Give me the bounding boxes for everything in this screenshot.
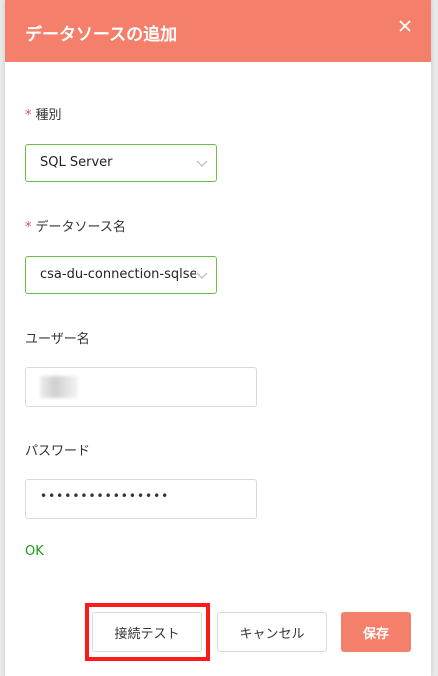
save-button[interactable]: 保存 (341, 612, 411, 652)
type-label-text: 種別 (35, 108, 62, 123)
type-select-value: SQL Server (40, 155, 113, 170)
username-input[interactable] (25, 367, 257, 407)
password-input[interactable]: •••••••••••••••• (25, 479, 257, 519)
chevron-down-icon (196, 272, 208, 279)
required-mark: * (25, 108, 32, 123)
dialog-title: データソースの追加 (25, 25, 178, 45)
close-icon[interactable] (397, 18, 413, 34)
add-datasource-dialog: データソースの追加 * 種別 SQL Server * データソース名 csa-du… (5, 0, 431, 676)
password-value: •••••••••••••••• (40, 489, 170, 503)
required-mark: * (25, 220, 32, 235)
cancel-button[interactable]: キャンセル (217, 612, 327, 652)
password-label: パスワード (25, 444, 91, 459)
datasource-name-select[interactable]: csa-du-connection-sqlse (25, 256, 217, 294)
dialog-header: データソースの追加 (5, 0, 431, 62)
type-select[interactable]: SQL Server (25, 144, 217, 182)
type-label: * 種別 (25, 104, 62, 123)
chevron-down-icon (196, 160, 208, 167)
redacted-username (40, 376, 78, 398)
highlight-annotation (85, 603, 210, 661)
connection-status: OK (25, 544, 44, 559)
datasource-name-label: * データソース名 (25, 216, 126, 235)
datasource-name-label-text: データソース名 (35, 220, 126, 235)
username-label: ユーザー名 (25, 332, 90, 347)
datasource-name-value: csa-du-connection-sqlse (40, 267, 196, 282)
